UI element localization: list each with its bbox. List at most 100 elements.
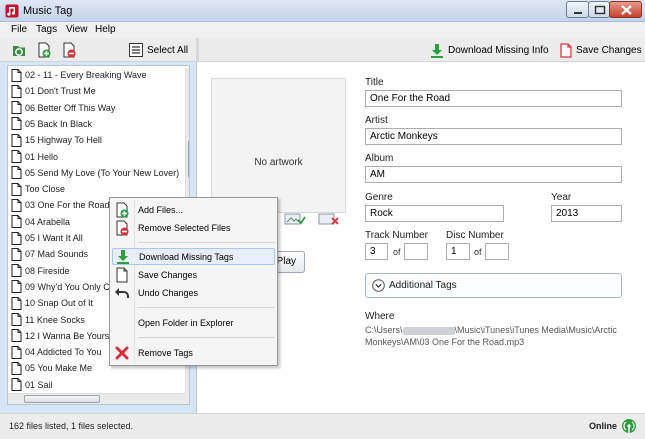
context-separator [138, 307, 275, 308]
close-icon [621, 5, 632, 15]
menu-file[interactable]: File [11, 24, 27, 35]
file-list-item[interactable]: 04 Arabella [11, 214, 70, 230]
file-list-item-label: 15 Highway To Hell [25, 135, 102, 146]
file-list-item[interactable]: 05 Send My Love (To Your New Lover) [11, 165, 179, 181]
maximize-button[interactable] [588, 1, 610, 18]
file-list-item[interactable]: 06 Better Off This Way [11, 100, 115, 116]
title-bar: Music Tag [0, 0, 645, 22]
file-list-item[interactable]: 03 One For the Road [11, 197, 110, 213]
context-download-missing-tags[interactable]: Download Missing Tags [112, 248, 275, 265]
add-file-icon[interactable] [36, 42, 52, 58]
file-list-item[interactable]: 09 Why'd You Only C [11, 279, 110, 295]
music-file-icon [11, 182, 22, 196]
context-separator [138, 242, 275, 243]
context-open-folder[interactable]: Open Folder in Explorer [112, 314, 275, 331]
context-add-files-label: Add Files... [138, 204, 184, 215]
music-file-icon [11, 247, 22, 261]
album-field[interactable]: AM [365, 166, 622, 183]
menu-help[interactable]: Help [95, 24, 116, 35]
select-all-button[interactable]: Select All [129, 38, 188, 62]
horizontal-scrollbar-thumb[interactable] [24, 395, 100, 403]
file-list-item[interactable]: 07 Mad Sounds [11, 246, 88, 262]
track-total-field[interactable] [404, 243, 428, 260]
menu-view[interactable]: View [66, 24, 88, 35]
file-list-item[interactable]: 04 Addicted To You [11, 344, 101, 360]
menu-bar: File Tags View Help [0, 22, 645, 38]
file-list-item-label: 03 One For the Road [25, 200, 110, 211]
file-list-item-label: 12 I Wanna Be Yours [25, 330, 110, 341]
additional-tags-expander[interactable]: Additional Tags [365, 273, 622, 298]
app-icon [5, 4, 19, 18]
vertical-scrollbar-thumb[interactable] [188, 140, 189, 178]
music-file-icon [11, 198, 22, 212]
undo-icon [115, 287, 129, 298]
load-artwork-icon[interactable] [284, 212, 306, 226]
file-list-item[interactable]: 05 Back In Black [11, 116, 92, 132]
download-missing-info-button[interactable]: Download Missing Info [430, 38, 549, 62]
disc-number-field[interactable]: 1 [446, 243, 470, 260]
file-list-item[interactable]: 12 I Wanna Be Yours [11, 328, 109, 344]
file-list-item[interactable]: 08 Fireside [11, 263, 70, 279]
music-file-icon [11, 133, 22, 147]
online-status-label: Online [589, 421, 618, 431]
remove-file-icon [116, 220, 129, 235]
menu-tags[interactable]: Tags [36, 24, 57, 35]
minimize-icon [574, 12, 582, 14]
horizontal-scrollbar[interactable] [8, 393, 186, 404]
file-list-item[interactable]: 10 Snap Out of It [11, 295, 93, 311]
additional-tags-label: Additional Tags [389, 280, 457, 291]
file-list-item-label: 08 Fireside [25, 265, 70, 276]
file-list-item[interactable]: 02 - 11 - Every Breaking Wave [11, 67, 147, 83]
file-list-item[interactable]: 01 Don't Trust Me [11, 83, 96, 99]
music-file-icon [11, 231, 22, 245]
refresh-folder-icon[interactable] [11, 42, 27, 58]
close-button[interactable] [609, 1, 642, 18]
minimize-button[interactable] [566, 1, 589, 18]
download-icon [431, 43, 443, 58]
online-signal-icon [622, 419, 636, 433]
file-list-item-label: 09 Why'd You Only C [25, 281, 110, 292]
context-separator [138, 337, 275, 338]
album-label: Album [365, 153, 394, 164]
file-list-item[interactable]: 01 Hello [11, 149, 58, 165]
file-list-item[interactable]: 15 Highway To Hell [11, 132, 102, 148]
context-icon-spacer [114, 315, 130, 331]
select-all-label: Select All [147, 44, 189, 56]
artist-label: Artist [365, 115, 388, 126]
context-undo-changes[interactable]: Undo Changes [112, 284, 275, 301]
music-file-icon [11, 150, 22, 163]
music-file-icon [11, 345, 22, 359]
file-list-item-label: 06 Better Off This Way [25, 102, 116, 113]
file-list-item[interactable]: 05 You Make Me [11, 360, 92, 376]
file-list-item-label: 10 Snap Out of It [25, 298, 94, 309]
artwork-placeholder[interactable]: No artwork [211, 78, 346, 213]
genre-field[interactable]: Rock [365, 205, 504, 222]
file-list-item[interactable]: 05 I Want It All [11, 230, 83, 246]
context-remove-tags[interactable]: Remove Tags [112, 344, 275, 361]
music-file-icon [11, 361, 22, 375]
file-list-item-label: 01 Sail [25, 379, 53, 390]
context-add-files[interactable]: Add Files... [112, 201, 275, 218]
file-list-item-label: 01 Don't Trust Me [25, 86, 96, 97]
context-save-changes[interactable]: Save Changes [112, 266, 275, 283]
file-list-item[interactable]: 01 Sail [11, 377, 53, 393]
file-list-item[interactable]: Too Close [11, 181, 65, 197]
title-field[interactable]: One For the Road [365, 90, 622, 107]
year-field[interactable]: 2013 [551, 205, 622, 222]
artist-field[interactable]: Arctic Monkeys [365, 128, 622, 145]
file-path-prefix: C:\Users\ [365, 325, 403, 335]
genre-label: Genre [365, 192, 393, 203]
remove-artwork-icon[interactable] [318, 212, 340, 226]
file-list-item-label: 05 Back In Black [25, 118, 93, 129]
music-file-icon [11, 215, 22, 229]
disc-of-label: of [474, 247, 482, 257]
download-icon [117, 249, 129, 264]
track-number-field[interactable]: 3 [365, 243, 388, 260]
remove-file-icon[interactable] [61, 42, 77, 58]
disc-total-field[interactable] [485, 243, 509, 260]
track-number-label: Track Number [365, 230, 428, 241]
file-list-item[interactable]: 11 Knee Socks [11, 312, 85, 328]
music-file-icon [11, 296, 22, 310]
context-remove-selected-files[interactable]: Remove Selected Files [112, 219, 275, 236]
save-changes-button[interactable]: Save Changes [560, 38, 642, 62]
